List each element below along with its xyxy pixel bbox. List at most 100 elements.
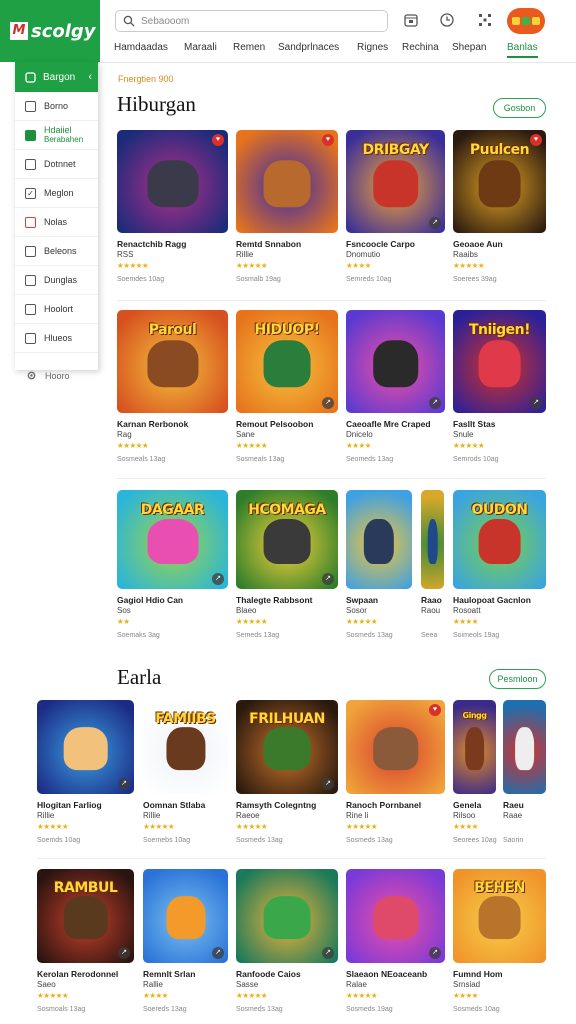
open-icon[interactable]: ↗ bbox=[118, 778, 130, 790]
nav-tab[interactable]: Rechina bbox=[402, 42, 439, 53]
game-card[interactable]: ♥ Remtd Snnabon Rillie ★★★★★ Sosmalb 19ag bbox=[236, 130, 338, 283]
open-icon[interactable]: ↗ bbox=[118, 947, 130, 959]
game-card[interactable]: ↗ Ranfoode Caios Sasse ★★★★★ Sosmeds 13ag bbox=[236, 869, 338, 1013]
app-logo[interactable]: M scolgy bbox=[0, 0, 100, 62]
nav-tab[interactable]: Remen bbox=[233, 42, 265, 53]
game-title[interactable]: Haulopoat Gacnlon bbox=[453, 595, 546, 605]
sidebar-item[interactable]: Dunglas bbox=[15, 266, 98, 295]
game-card[interactable]: ↗ Hlogitan Farliog Rillie ★★★★★ Soemds 10ag bbox=[37, 700, 134, 844]
game-thumbnail[interactable]: ↗ bbox=[346, 869, 445, 963]
game-thumbnail[interactable]: ↗ bbox=[37, 700, 134, 794]
game-card[interactable]: ♥ Renactchib Ragg RSS ★★★★★ Soemdes 10ag bbox=[117, 130, 228, 283]
open-icon[interactable]: ↗ bbox=[429, 947, 441, 959]
game-card[interactable]: RAMBUL ↗ Kerolan Rerodonnel Saeo ★★★★★ Sosmoa… bbox=[37, 869, 134, 1013]
game-title[interactable]: Fasllt Stas bbox=[453, 419, 546, 429]
clock-icon[interactable] bbox=[437, 10, 457, 30]
sidebar-item[interactable]: Dotnnet bbox=[15, 150, 98, 179]
nav-tab[interactable]: Shepan bbox=[452, 42, 486, 53]
game-title[interactable]: Thalegte Rabbsont bbox=[236, 595, 338, 605]
game-title[interactable]: Fumnd Hom bbox=[453, 969, 546, 979]
game-title[interactable]: Raao bbox=[421, 595, 444, 605]
nav-tab[interactable]: Rignes bbox=[357, 42, 388, 53]
game-thumbnail[interactable]: HIDUOP! ↗ bbox=[236, 310, 338, 413]
game-card[interactable]: DRIBGAY ↗ Fsncoocle Carpo Dnomutio ★★★★ Semre… bbox=[346, 130, 445, 283]
game-card[interactable]: FAMIIBS Oomnan Stlaba Rillie ★★★★★ Soemebs 1… bbox=[143, 700, 228, 844]
game-thumbnail[interactable]: ♥ bbox=[236, 130, 338, 233]
nav-tab[interactable]: Banlas bbox=[507, 42, 538, 58]
game-card[interactable]: ♥ Ranoch Pornbanel Rine li ★★★★★ Sosmeds 13a… bbox=[346, 700, 445, 844]
game-title[interactable]: Karnan Rerbonok bbox=[117, 419, 228, 429]
sidebar-item[interactable]: Beleons bbox=[15, 237, 98, 266]
chevron-left-icon[interactable]: ‹ bbox=[88, 71, 92, 83]
game-title[interactable]: Geoaoe Aun bbox=[453, 239, 546, 249]
sidebar-item-extra[interactable]: Hooro bbox=[26, 370, 70, 381]
game-title[interactable]: Slaeaon NEoaceanb bbox=[346, 969, 445, 979]
game-card[interactable]: Puulcen ♥ Geoaoe Aun Raaibs ★★★★★ Soerees 39a… bbox=[453, 130, 546, 283]
avatar[interactable] bbox=[507, 8, 545, 34]
game-thumbnail[interactable]: ↗ bbox=[346, 310, 445, 413]
game-card[interactable]: HIDUOP! ↗ Remout Pelsoobon Sane ★★★★★ Sosmeal… bbox=[236, 310, 338, 463]
game-card[interactable]: DAGAAR ↗ Gagiol Hdio Can Sos ★★ Soemaks 3ag bbox=[117, 490, 228, 639]
sidebar-header[interactable]: Bargon ‹ bbox=[15, 62, 98, 92]
game-title[interactable]: Kerolan Rerodonnel bbox=[37, 969, 134, 979]
game-title[interactable]: Genela bbox=[453, 800, 496, 810]
game-card[interactable]: ↗ Remnlt Srlan Rallie ★★★★ Soereds 13ag bbox=[143, 869, 228, 1013]
favorite-icon[interactable]: ♥ bbox=[530, 134, 542, 146]
open-icon[interactable]: ↗ bbox=[429, 217, 441, 229]
game-card[interactable]: HCOMAGA ↗ Thalegte Rabbsont Blaeo ★★★★★ Semed… bbox=[236, 490, 338, 639]
open-icon[interactable]: ↗ bbox=[212, 573, 224, 585]
game-thumbnail[interactable]: Paroul bbox=[117, 310, 228, 413]
open-icon[interactable]: ↗ bbox=[322, 573, 334, 585]
game-thumbnail[interactable] bbox=[346, 490, 412, 589]
game-thumbnail[interactable]: ♥ bbox=[117, 130, 228, 233]
game-thumbnail[interactable]: ↗ bbox=[236, 869, 338, 963]
favorite-icon[interactable]: ♥ bbox=[322, 134, 334, 146]
game-title[interactable]: Oomnan Stlaba bbox=[143, 800, 228, 810]
sidebar-item[interactable]: Hdaiiel Berabahen bbox=[15, 121, 98, 150]
game-thumbnail[interactable]: ↗ bbox=[143, 869, 228, 963]
section-action-button[interactable]: Pesmloon bbox=[489, 669, 546, 689]
nav-tab[interactable]: Sandprlnaces bbox=[278, 42, 339, 53]
game-card[interactable]: ↗ Caeoafle Mre Craped Dnicelo ★★★★ Seomeds 1… bbox=[346, 310, 445, 463]
game-thumbnail[interactable]: RAMBUL ↗ bbox=[37, 869, 134, 963]
game-card[interactable]: FRILHUAN ↗ Ramsyth Colegntng Raeoe ★★★★★ Sosm… bbox=[236, 700, 338, 844]
search-input[interactable]: Sebaooom bbox=[115, 10, 388, 32]
sidebar-item[interactable]: ✓ Meglon bbox=[15, 179, 98, 208]
game-thumbnail[interactable]: FAMIIBS bbox=[143, 700, 228, 794]
open-icon[interactable]: ↗ bbox=[322, 397, 334, 409]
game-title[interactable]: Remnlt Srlan bbox=[143, 969, 228, 979]
game-card[interactable]: Raeu Raae Saorin bbox=[503, 700, 546, 844]
grid-icon[interactable] bbox=[475, 10, 495, 30]
game-thumbnail[interactable] bbox=[503, 700, 546, 794]
section-action-button[interactable]: Gosbon bbox=[493, 98, 546, 118]
game-thumbnail[interactable]: Tniigen! ↗ bbox=[453, 310, 546, 413]
sidebar-item[interactable]: Hoolort bbox=[15, 295, 98, 324]
game-card[interactable]: Tniigen! ↗ Fasllt Stas Snule ★★★★★ Semrods 10… bbox=[453, 310, 546, 463]
game-title[interactable]: Caeoafle Mre Craped bbox=[346, 419, 445, 429]
game-thumbnail[interactable] bbox=[421, 490, 444, 589]
game-thumbnail[interactable]: Puulcen ♥ bbox=[453, 130, 546, 233]
game-title[interactable]: Remtd Snnabon bbox=[236, 239, 338, 249]
sidebar-item[interactable]: Borno bbox=[15, 92, 98, 121]
open-icon[interactable]: ↗ bbox=[212, 947, 224, 959]
game-thumbnail[interactable]: BEHEN bbox=[453, 869, 546, 963]
game-thumbnail[interactable]: FRILHUAN ↗ bbox=[236, 700, 338, 794]
game-title[interactable]: Renactchib Ragg bbox=[117, 239, 228, 249]
game-thumbnail[interactable]: OUDON bbox=[453, 490, 546, 589]
game-card[interactable]: Gingg Genela Rilsoo ★★★★ Seorees 10ag bbox=[453, 700, 497, 844]
game-card[interactable]: OUDON Haulopoat Gacnlon Rosoatt ★★★★ Soimeol… bbox=[453, 490, 546, 639]
game-title[interactable]: Ramsyth Colegntng bbox=[236, 800, 338, 810]
game-card[interactable]: ↗ Slaeaon NEoaceanb Ralae ★★★★★ Sosmeds 19ag bbox=[346, 869, 445, 1013]
favorite-icon[interactable]: ♥ bbox=[212, 134, 224, 146]
game-title[interactable]: Hlogitan Farliog bbox=[37, 800, 134, 810]
game-card[interactable]: Paroul Karnan Rerbonok Rag ★★★★★ Sosmeals 13… bbox=[117, 310, 228, 463]
game-title[interactable]: Ranfoode Caios bbox=[236, 969, 338, 979]
open-icon[interactable]: ↗ bbox=[322, 778, 334, 790]
game-title[interactable]: Fsncoocle Carpo bbox=[346, 239, 445, 249]
favorite-icon[interactable]: ♥ bbox=[429, 704, 441, 716]
game-thumbnail[interactable]: DRIBGAY ↗ bbox=[346, 130, 445, 233]
game-title[interactable]: Ranoch Pornbanel bbox=[346, 800, 445, 810]
calendar-icon[interactable] bbox=[401, 10, 421, 30]
game-thumbnail[interactable]: Gingg bbox=[453, 700, 496, 794]
open-icon[interactable]: ↗ bbox=[429, 397, 441, 409]
